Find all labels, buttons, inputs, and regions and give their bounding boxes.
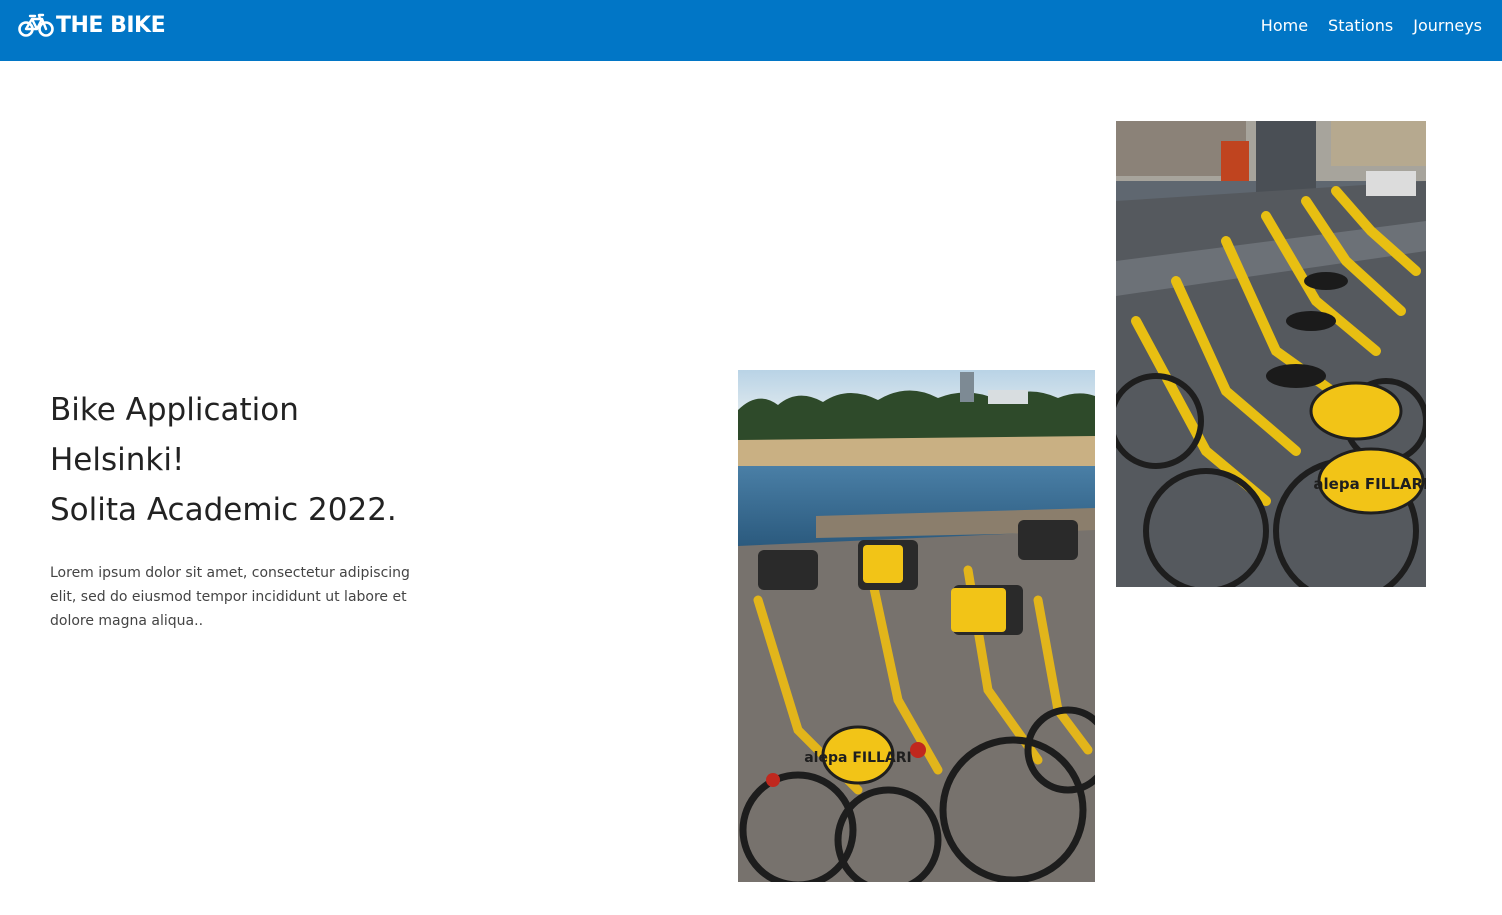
hero-title-line: Bike Application (50, 392, 299, 428)
hero-description: Lorem ipsum dolor sit amet, consectetur … (50, 565, 410, 629)
nav-link-home[interactable]: Home (1261, 15, 1308, 37)
city-bikes-waterfront-photo: alepa FILLARI (738, 370, 1095, 882)
bicycle-icon (18, 12, 54, 40)
hero-section: Bike Application Helsinki! Solita Academ… (50, 385, 470, 633)
nav-link-stations[interactable]: Stations (1328, 15, 1393, 37)
nav-menu: Home Stations Journeys (1241, 15, 1482, 37)
bike-label: alepa FILLARI (1313, 475, 1426, 493)
city-bikes-station-photo: alepa FILLARI (1116, 121, 1426, 587)
hero-title-line: Helsinki! (50, 442, 185, 478)
brand-name: THE BIKE (56, 13, 166, 38)
nav-link-journeys[interactable]: Journeys (1413, 15, 1482, 37)
navbar: THE BIKE Home Stations Journeys (0, 0, 1502, 61)
hero-title: Bike Application Helsinki! Solita Academ… (50, 385, 470, 535)
brand-logo[interactable]: THE BIKE (18, 12, 166, 40)
bike-label: alepa FILLARI (804, 750, 912, 766)
hero-title-line: Solita Academic 2022. (50, 492, 397, 528)
